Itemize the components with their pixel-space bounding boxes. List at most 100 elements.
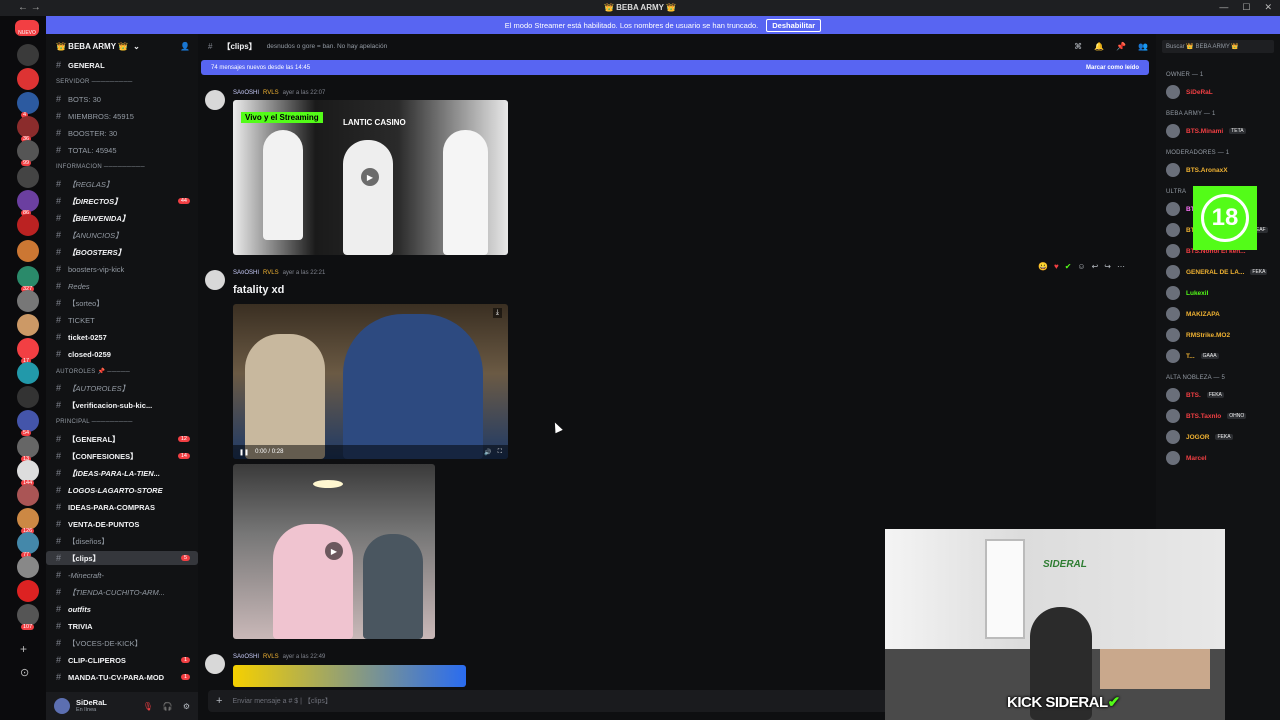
invite-icon[interactable]: 👤 xyxy=(180,42,190,51)
pause-icon[interactable]: ❚❚ xyxy=(239,449,249,456)
new-messages-bar[interactable]: 74 mensajes nuevos desde las 14:45 Marca… xyxy=(201,60,1149,75)
server-header[interactable]: 👑 BEBA ARMY 👑 ⌄ 👤 xyxy=(46,34,198,58)
channel-item[interactable]: # 【REGLAS】 xyxy=(46,177,198,191)
server-icon[interactable] xyxy=(17,484,39,506)
channel-category[interactable]: AUTOROLES 📌 ───── xyxy=(46,364,198,378)
add-server-icon[interactable]: + xyxy=(20,642,27,656)
mark-as-read-button[interactable]: Marcar como leído xyxy=(1086,65,1139,71)
server-icon[interactable] xyxy=(17,44,39,66)
channel-item[interactable]: # -Minecraft- xyxy=(46,568,198,582)
disable-streamer-button[interactable]: Deshabilitar xyxy=(766,18,822,32)
server-icon[interactable] xyxy=(17,460,39,482)
message-avatar[interactable] xyxy=(205,270,225,290)
close-window-button[interactable]: ✕ xyxy=(1264,2,1272,13)
member-item[interactable]: T... GAAA xyxy=(1166,348,1280,364)
channel-item[interactable]: # 【CONFESIONES】 14 xyxy=(46,449,198,463)
video-thumbnail[interactable]: ▶ xyxy=(233,464,435,639)
headphones-muted-icon[interactable]: 🎧 xyxy=(163,702,173,711)
check-icon[interactable]: ✔ xyxy=(1065,262,1072,271)
server-icon[interactable] xyxy=(17,410,39,432)
channel-item[interactable]: # 【TIENDA-CUCHITO-ARM... xyxy=(46,585,198,599)
member-item[interactable]: GENERAL DE LA... FEKA xyxy=(1166,264,1280,280)
channel-item[interactable]: # 【DIRECTOS】 44 xyxy=(46,194,198,208)
channel-topic[interactable]: desnudos o gore = ban. No hay apelación xyxy=(267,43,388,50)
reaction-icon[interactable]: 😀 xyxy=(1038,262,1048,271)
message-author[interactable]: SA¤OSHI xyxy=(233,270,259,276)
server-icon[interactable] xyxy=(17,68,39,90)
channel-item[interactable]: # MANDA-TU-CV-PARA-MOD 1 xyxy=(46,670,198,684)
server-icon[interactable] xyxy=(17,140,39,162)
message-author[interactable]: SA¤OSHI xyxy=(233,654,259,660)
channel-item[interactable]: # 【BOOSTERS】 xyxy=(46,245,198,259)
server-icon[interactable] xyxy=(17,508,39,530)
more-icon[interactable]: ⋯ xyxy=(1117,262,1125,271)
channel-item[interactable]: # 【clips】 5 xyxy=(46,551,198,565)
channel-item[interactable]: # TRIVIA xyxy=(46,619,198,633)
video-player[interactable]: ⤓ ❚❚ 0:00 / 0:28 🔊 ⛶ xyxy=(233,304,508,459)
channel-category[interactable]: PRINCIPAL ───────── xyxy=(46,415,198,429)
reply-icon[interactable]: ↩ xyxy=(1092,262,1099,271)
channel-item[interactable]: # VENTA-DE-PUNTOS xyxy=(46,517,198,531)
server-icon[interactable] xyxy=(17,436,39,458)
mic-muted-icon[interactable]: 🎙 xyxy=(143,702,153,711)
server-icon[interactable] xyxy=(17,338,39,360)
add-attachment-icon[interactable]: + xyxy=(216,695,222,707)
discord-home-button[interactable]: NUEVO xyxy=(15,20,39,36)
message-author[interactable]: SA¤OSHI xyxy=(233,90,259,96)
play-icon[interactable]: ▶ xyxy=(325,542,343,560)
server-icon[interactable] xyxy=(17,556,39,578)
threads-icon[interactable]: ⌘ xyxy=(1074,42,1082,51)
channel-item[interactable]: # 【GENERAL】 12 xyxy=(46,432,198,446)
gear-icon[interactable]: ⚙ xyxy=(183,702,190,711)
channel-item[interactable]: # 【ANUNCIOS】 xyxy=(46,228,198,242)
channel-item[interactable]: # LOGOS-LAGARTO-STORE xyxy=(46,483,198,497)
channel-item[interactable]: # 【VOCES-DE-KICK】 xyxy=(46,636,198,650)
member-item[interactable]: SiDeRaL xyxy=(1166,84,1280,100)
play-icon[interactable]: ▶ xyxy=(361,168,379,186)
server-icon[interactable] xyxy=(17,266,39,288)
server-icon[interactable] xyxy=(17,580,39,602)
channel-item[interactable]: # outfits xyxy=(46,602,198,616)
pin-icon[interactable]: 📌 xyxy=(1116,42,1126,51)
video-thumbnail[interactable] xyxy=(233,665,466,687)
message-avatar[interactable] xyxy=(205,654,225,674)
bell-icon[interactable]: 🔔 xyxy=(1094,42,1104,51)
channel-item[interactable]: # CLIP-CLIPEROS 1 xyxy=(46,653,198,667)
channel-item[interactable]: # 【IDEAS-PARA-LA-TIEN... xyxy=(46,466,198,480)
channel-item[interactable]: # boosters-vip-kick xyxy=(46,262,198,276)
channel-item[interactable]: # ticket-0257 xyxy=(46,330,198,344)
channel-item[interactable]: # 【verificacion-sub-kic... xyxy=(46,398,198,412)
server-icon[interactable] xyxy=(17,604,39,626)
channel-item[interactable]: # Redes xyxy=(46,279,198,293)
fullscreen-icon[interactable]: ⛶ xyxy=(498,449,502,456)
download-icon[interactable]: ⤓ xyxy=(492,308,502,318)
member-item[interactable]: MAKIZAPA xyxy=(1166,306,1280,322)
server-icon[interactable] xyxy=(17,240,39,262)
member-item[interactable]: Marcel xyxy=(1166,450,1280,466)
server-icon[interactable] xyxy=(17,166,39,188)
minimize-button[interactable]: — xyxy=(1219,2,1228,13)
server-icon[interactable] xyxy=(17,290,39,312)
members-icon[interactable]: 👥 xyxy=(1138,42,1148,51)
server-icon[interactable] xyxy=(17,386,39,408)
search-input[interactable]: Buscar 👑 BEBA ARMY 👑 xyxy=(1162,40,1274,53)
channel-item[interactable]: # 【diseños】 xyxy=(46,534,198,548)
user-avatar[interactable] xyxy=(54,698,70,714)
server-icon[interactable] xyxy=(17,532,39,554)
channel-item[interactable]: # MIEMBROS: 45915 xyxy=(46,109,198,123)
member-item[interactable]: BTS.Minami TETA xyxy=(1166,123,1280,139)
member-item[interactable]: Lukexil xyxy=(1166,285,1280,301)
channel-category[interactable]: INFORMACION ───────── xyxy=(46,160,198,174)
server-icon[interactable] xyxy=(17,190,39,212)
video-thumbnail[interactable]: Vivo y el Streaming LANTIC CASINO ▶ xyxy=(233,100,508,255)
server-icon[interactable] xyxy=(17,214,39,236)
member-item[interactable]: BTS. FEKA xyxy=(1166,387,1280,403)
member-item[interactable]: RMStrike.MO2 xyxy=(1166,327,1280,343)
forward-icon[interactable]: ↪ xyxy=(1104,262,1111,271)
message-avatar[interactable] xyxy=(205,90,225,110)
explore-icon[interactable]: ⊙ xyxy=(20,666,29,679)
channel-item[interactable]: # BOTS: 30 xyxy=(46,92,198,106)
channel-item[interactable]: # 【AUTOROLES】 xyxy=(46,381,198,395)
emoji-add-icon[interactable]: ☺ xyxy=(1077,262,1085,271)
channel-item[interactable]: # IDEAS-PARA-COMPRAS xyxy=(46,500,198,514)
